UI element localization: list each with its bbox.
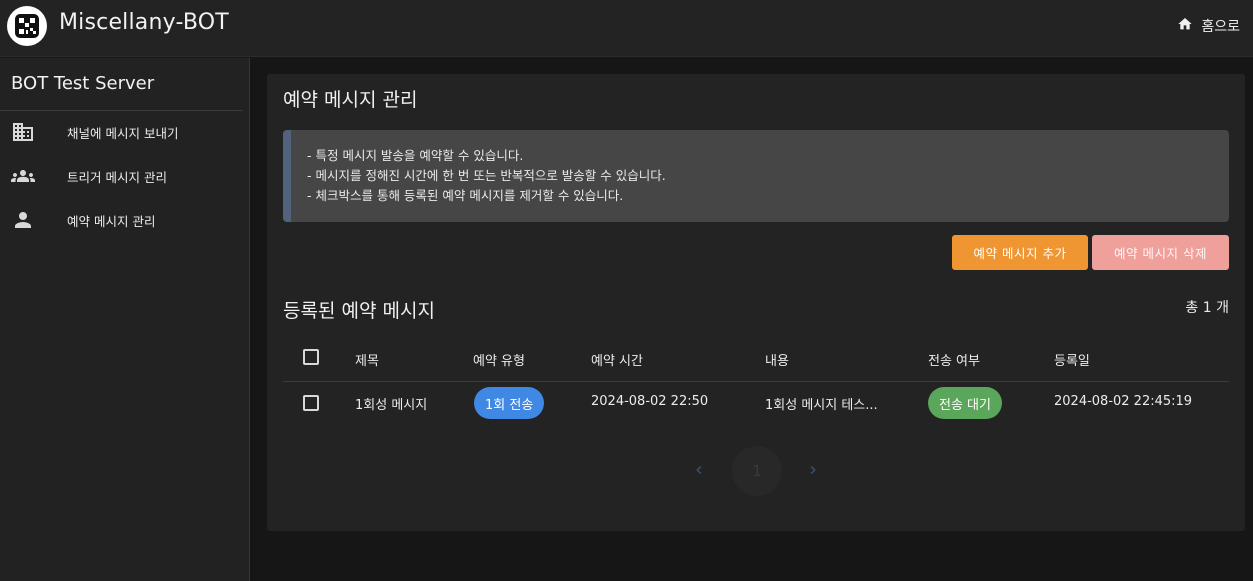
- row-checkbox[interactable]: [303, 395, 319, 411]
- row-schedule-time: 2024-08-02 22:50: [591, 394, 709, 409]
- table-row[interactable]: 1회성 메시지 1회 전송 2024-08-02 22:50 1회성 메시지 테…: [283, 383, 1229, 425]
- sidebar: BOT Test Server 채널에 메시지 보내기 트리거 메시지 관리 예…: [0, 58, 250, 581]
- sidebar-item-label: 채널에 메시지 보내기: [67, 126, 179, 141]
- server-name: BOT Test Server: [11, 73, 155, 94]
- total-count: 총 1 개: [1185, 300, 1229, 316]
- home-link-label: 홈으로: [1201, 19, 1240, 35]
- home-link[interactable]: 홈으로: [1177, 16, 1240, 36]
- next-page-button[interactable]: [801, 460, 825, 484]
- select-all-checkbox[interactable]: [303, 349, 319, 365]
- person-icon: [11, 208, 35, 232]
- column-header[interactable]: 등록일: [1054, 350, 1090, 369]
- row-title: 1회성 메시지: [355, 398, 428, 413]
- schedule-type-chip: 1회 전송: [474, 387, 545, 419]
- section-title: 등록된 예약 메시지: [283, 300, 435, 322]
- row-registered-date: 2024-08-02 22:45:19: [1054, 394, 1193, 409]
- chevron-right-icon: [805, 462, 821, 482]
- bot-logo-icon[interactable]: [7, 6, 47, 46]
- column-header[interactable]: 전송 여부: [928, 350, 980, 369]
- group-icon: [11, 164, 35, 188]
- info-line: - 특정 메시지 발송을 예약할 수 있습니다.: [307, 148, 524, 163]
- send-status-chip: 전송 대기: [928, 387, 1002, 419]
- column-header[interactable]: 제목: [355, 350, 379, 369]
- add-scheduled-message-button[interactable]: 예약 메시지 추가: [952, 235, 1088, 270]
- sidebar-item-send-message[interactable]: 채널에 메시지 보내기: [0, 110, 243, 154]
- column-header[interactable]: 내용: [765, 350, 789, 369]
- sidebar-item-trigger-messages[interactable]: 트리거 메시지 관리: [0, 154, 243, 198]
- column-header[interactable]: 예약 유형: [473, 350, 525, 369]
- sidebar-item-label: 예약 메시지 관리: [67, 214, 156, 229]
- main-panel: 예약 메시지 관리 - 특정 메시지 발송을 예약할 수 있습니다. - 메시지…: [267, 74, 1245, 531]
- sidebar-item-scheduled-messages[interactable]: 예약 메시지 관리: [0, 198, 243, 242]
- page-number-button[interactable]: 1: [732, 446, 782, 496]
- row-content: 1회성 메시지 테스...: [765, 398, 878, 413]
- top-app-bar: Miscellany-BOT 홈으로: [0, 0, 1253, 57]
- home-icon: [1177, 16, 1193, 36]
- domain-icon: [11, 120, 35, 144]
- previous-page-button[interactable]: [687, 460, 711, 484]
- chevron-left-icon: [691, 462, 707, 482]
- delete-scheduled-message-button[interactable]: 예약 메시지 삭제: [1092, 235, 1229, 270]
- page-title: 예약 메시지 관리: [283, 89, 418, 111]
- column-header[interactable]: 예약 시간: [591, 350, 643, 369]
- info-line: - 체크박스를 통해 등록된 예약 메시지를 제거할 수 있습니다.: [307, 188, 624, 203]
- app-title: Miscellany-BOT: [59, 10, 229, 35]
- info-line: - 메시지를 정해진 시간에 한 번 또는 반복적으로 발송할 수 있습니다.: [307, 168, 666, 183]
- info-alert: - 특정 메시지 발송을 예약할 수 있습니다. - 메시지를 정해진 시간에 …: [283, 130, 1229, 222]
- sidebar-item-label: 트리거 메시지 관리: [67, 170, 167, 185]
- table-header: 제목 예약 유형 예약 시간 내용 전송 여부 등록일: [283, 338, 1229, 382]
